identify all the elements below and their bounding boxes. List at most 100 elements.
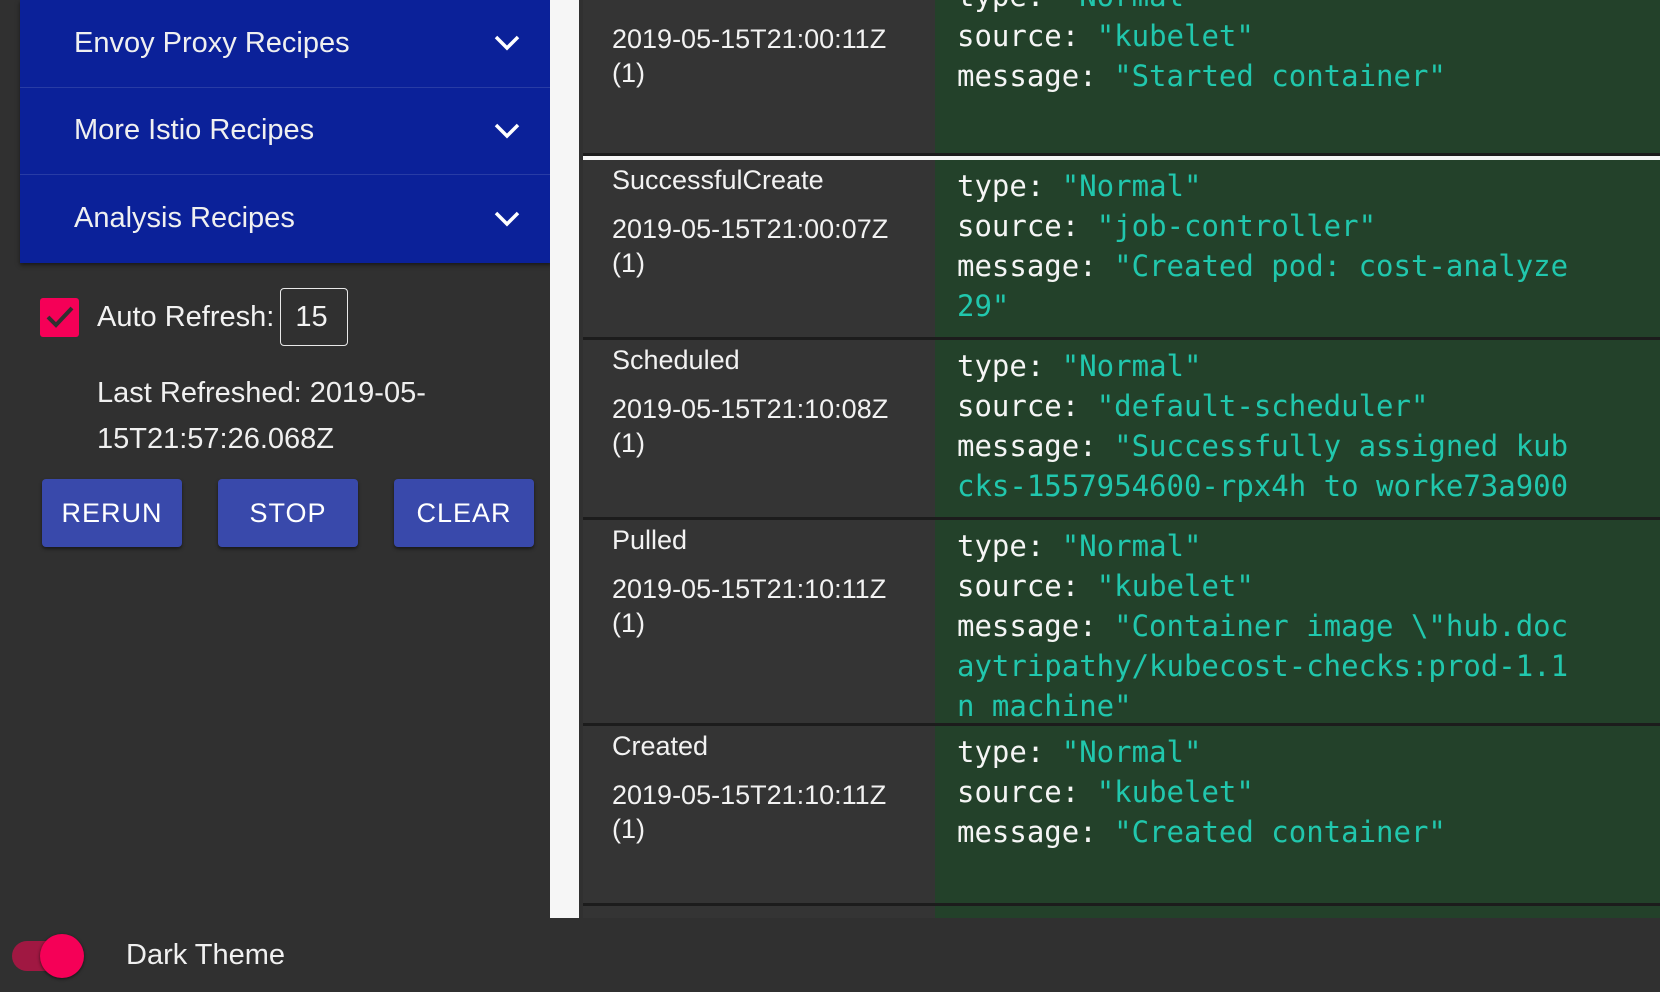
- event-detail-line: message: "Created pod: cost-analyze: [957, 246, 1660, 286]
- auto-refresh-label: Auto Refresh:: [97, 300, 275, 333]
- event-details: type: "Normal"source: "kubelet"message: …: [935, 0, 1660, 153]
- event-detail-value: "kubelet": [1096, 775, 1254, 809]
- event-detail-line: source: "kubelet": [957, 16, 1660, 56]
- event-summary: Started 2019-05-15T21:00:11Z (1): [583, 0, 935, 153]
- event-detail-key: message:: [957, 429, 1115, 463]
- event-detail-line: message: "Created container": [957, 812, 1660, 852]
- chevron-down-icon: [492, 116, 522, 146]
- event-detail-value: "kubelet": [1096, 569, 1254, 603]
- event-reason: SuccessfulCreate: [612, 165, 824, 195]
- event-detail-key: type:: [957, 529, 1062, 563]
- event-detail-line: source: "kubelet": [957, 772, 1660, 812]
- event-detail-key: message:: [957, 249, 1115, 283]
- event-details: [935, 906, 1660, 918]
- event-summary: [583, 906, 935, 918]
- dark-theme-toggle[interactable]: [10, 932, 86, 978]
- menu-item-analysis-recipes[interactable]: Analysis Recipes: [20, 175, 552, 263]
- event-summary: Scheduled 2019-05-15T21:10:08Z (1): [583, 340, 935, 517]
- rerun-button[interactable]: RERUN: [42, 479, 182, 547]
- events-list[interactable]: Started 2019-05-15T21:00:11Z (1) type: "Nor…: [583, 0, 1660, 918]
- event-summary: Created 2019-05-15T21:10:11Z (1): [583, 726, 935, 903]
- event-timestamp: 2019-05-15T21:10:11Z: [612, 780, 887, 810]
- menu-item-label: More Istio Recipes: [74, 114, 315, 147]
- event-detail-line: message: "Started container": [957, 56, 1660, 96]
- event-row: Created 2019-05-15T21:10:11Z (1) type: "Nor…: [583, 726, 1660, 906]
- event-detail-key: source:: [957, 209, 1097, 243]
- event-detail-value: "Normal": [1062, 0, 1202, 13]
- event-detail-line: message: "Container image \"hub.doc: [957, 606, 1660, 646]
- event-details: type: "Normal"source: "kubelet"message: …: [935, 520, 1660, 723]
- event-detail-line: type: "Normal": [957, 732, 1660, 772]
- event-detail-value: "Normal": [1061, 529, 1202, 563]
- event-count: (1): [612, 814, 645, 844]
- menu-item-label: Envoy Proxy Recipes: [74, 26, 350, 59]
- event-count: (1): [612, 248, 645, 278]
- menu-item-envoy-proxy-recipes[interactable]: Envoy Proxy Recipes: [20, 0, 552, 88]
- event-detail-line: cks-1557954600-rpx4h to worke73a900: [957, 466, 1660, 506]
- event-detail-line: source: "default-scheduler": [957, 386, 1660, 426]
- event-detail-key: source:: [957, 569, 1097, 603]
- refresh-interval-input[interactable]: 15: [280, 288, 349, 346]
- event-detail-value: "Normal": [1061, 349, 1202, 383]
- event-detail-value: "Started container": [1114, 59, 1446, 93]
- event-row: Scheduled 2019-05-15T21:10:08Z (1) type: "N…: [583, 340, 1660, 520]
- event-detail-line: type: "Normal": [957, 346, 1660, 386]
- event-detail-key: type:: [957, 735, 1062, 769]
- event-detail-line: type: "Normal": [957, 526, 1660, 566]
- event-timestamp: 2019-05-15T21:00:07Z: [612, 214, 889, 244]
- event-detail-value: "Created pod: cost-analyze: [1114, 249, 1569, 283]
- event-detail-key: message:: [957, 815, 1115, 849]
- event-details: type: "Normal"source: "kubelet"message: …: [935, 726, 1660, 903]
- dark-theme-label: Dark Theme: [126, 938, 286, 971]
- event-timestamp: 2019-05-15T21:00:11Z: [612, 24, 887, 54]
- event-row: Started 2019-05-15T21:00:11Z (1) type: "Nor…: [583, 0, 1660, 156]
- event-detail-value: n machine": [957, 689, 1132, 723]
- event-detail-value: cks-1557954600-rpx4h to worke73a900: [957, 469, 1569, 503]
- event-detail-key: message:: [957, 59, 1115, 93]
- event-reason: Pulled: [612, 525, 688, 555]
- event-detail-value: "Successfully assigned kub: [1114, 429, 1569, 463]
- action-buttons: RERUN STOP CLEAR: [42, 479, 534, 547]
- event-summary: Pulled 2019-05-15T21:10:11Z (1): [583, 520, 935, 723]
- event-detail-key: source:: [957, 19, 1097, 53]
- event-detail-line: type: "Normal": [957, 166, 1660, 206]
- bottom-bar: Dark Theme: [0, 918, 1660, 992]
- panel-divider: [550, 0, 579, 918]
- event-row: [583, 906, 1660, 918]
- event-detail-key: message:: [957, 609, 1115, 643]
- chevron-down-icon: [492, 28, 522, 58]
- event-detail-value: "Normal": [1061, 169, 1202, 203]
- event-detail-line: message: "Successfully assigned kub: [957, 426, 1660, 466]
- menu-item-more-istio-recipes[interactable]: More Istio Recipes: [20, 88, 552, 175]
- check-icon: [46, 306, 73, 328]
- event-detail-value: "default-scheduler": [1096, 389, 1429, 423]
- event-detail-key: source:: [957, 775, 1097, 809]
- auto-refresh-checkbox[interactable]: [40, 297, 79, 337]
- event-detail-line: 29": [957, 286, 1660, 326]
- event-count: (1): [612, 428, 645, 458]
- event-detail-value: 29": [957, 289, 1010, 323]
- stop-button[interactable]: STOP: [218, 479, 358, 547]
- event-timestamp: 2019-05-15T21:10:08Z: [612, 394, 889, 424]
- event-row: Pulled 2019-05-15T21:10:11Z (1) type: "Norm…: [583, 520, 1660, 726]
- event-detail-line: type: "Normal": [957, 0, 1660, 16]
- event-detail-line: source: "kubelet": [957, 566, 1660, 606]
- sidebar: Envoy Proxy Recipes More Istio Recipes A…: [0, 0, 552, 918]
- event-reason: Started: [612, 0, 935, 8]
- event-detail-value: "Created container": [1114, 815, 1446, 849]
- event-detail-value: aytripathy/kubecost-checks:prod-1.1: [957, 649, 1569, 683]
- recipe-menu: Envoy Proxy Recipes More Istio Recipes A…: [20, 0, 552, 263]
- event-detail-value: "Normal": [1061, 735, 1202, 769]
- clear-button[interactable]: CLEAR: [394, 479, 534, 547]
- event-detail-line: aytripathy/kubecost-checks:prod-1.1: [957, 646, 1660, 686]
- auto-refresh-row: Auto Refresh: 15: [40, 288, 349, 346]
- event-detail-key: source:: [957, 389, 1097, 423]
- event-row: SuccessfulCreate 2019-05-15T21:00:07Z (1) t…: [583, 160, 1660, 340]
- event-detail-value: "kubelet": [1096, 19, 1254, 53]
- event-detail-key: type:: [957, 349, 1062, 383]
- chevron-down-icon: [492, 204, 522, 234]
- event-count: (1): [612, 58, 645, 88]
- event-detail-key: type:: [957, 169, 1062, 203]
- event-detail-value: "Container image \"hub.doc: [1114, 609, 1569, 643]
- event-reason: Created: [612, 731, 709, 761]
